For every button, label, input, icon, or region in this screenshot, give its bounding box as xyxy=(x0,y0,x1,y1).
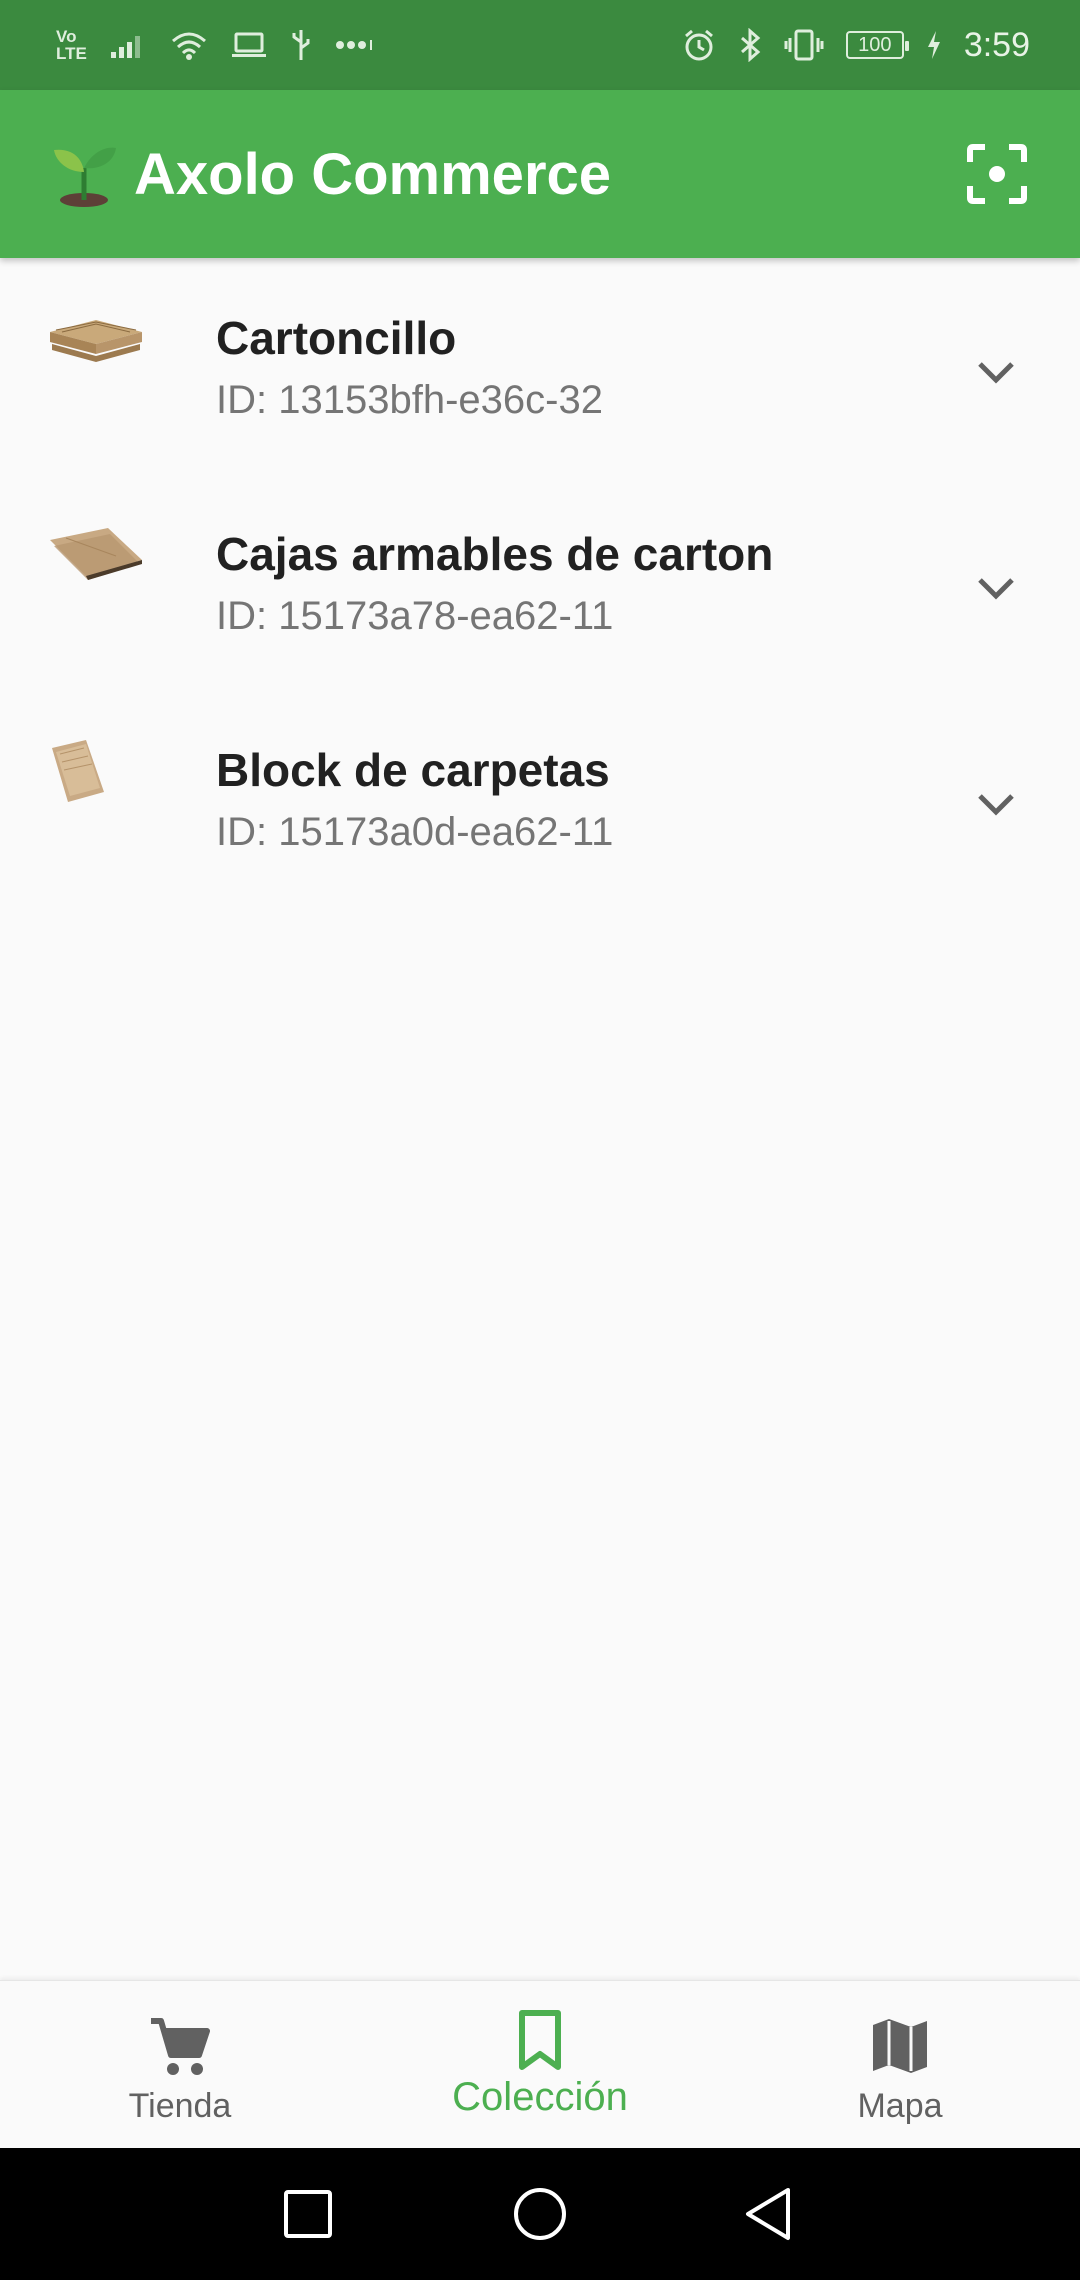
seedling-icon xyxy=(54,147,116,207)
item-title: Block de carpetas xyxy=(216,744,610,796)
system-navigation-bar xyxy=(0,2148,1080,2280)
scan-focus-icon xyxy=(967,144,1027,204)
item-texts: Cartoncillo ID: 13153bfh-e36c-32 xyxy=(216,310,603,428)
charging-icon xyxy=(927,31,940,59)
back-icon[interactable] xyxy=(738,2182,802,2246)
item-id: ID: 15173a78-ea62-11 xyxy=(216,594,614,638)
wifi-icon xyxy=(171,32,206,60)
app-screen: Vo LTE 100 3:59 Axolo Commerce Cartoncil… xyxy=(0,0,1080,2280)
status-time: 3:59 xyxy=(963,25,1030,64)
bluetooth-icon xyxy=(740,28,761,62)
recent-apps-icon[interactable] xyxy=(276,2182,340,2246)
chevron-down-icon[interactable] xyxy=(972,348,1020,396)
status-right: 100 3:59 xyxy=(682,26,1030,65)
folder-block-thumbnail xyxy=(52,740,104,802)
item-texts: Block de carpetas ID: 15173a0d-ea62-11 xyxy=(216,742,613,860)
status-bar: Vo LTE 100 3:59 xyxy=(0,0,1080,90)
chevron-down-icon[interactable] xyxy=(972,780,1020,828)
volte-indicator: Vo LTE xyxy=(56,28,87,62)
scan-button[interactable] xyxy=(956,133,1038,215)
laptop-icon xyxy=(231,32,266,57)
list-item[interactable]: Cartoncillo ID: 13153bfh-e36c-32 xyxy=(0,258,1080,474)
more-notifications-icon xyxy=(335,40,372,50)
nav-label: Tienda xyxy=(128,2087,232,2125)
vibrate-icon xyxy=(784,29,824,61)
flat-boxes-thumbnail xyxy=(50,528,142,580)
cardboard-stack-thumbnail xyxy=(50,320,142,362)
app-bar: Axolo Commerce xyxy=(0,90,1080,258)
app-title: Axolo Commerce xyxy=(134,141,612,207)
item-id: ID: 15173a0d-ea62-11 xyxy=(216,810,614,854)
list-item[interactable]: Block de carpetas ID: 15173a0d-ea62-11 xyxy=(0,690,1080,906)
chevron-down-icon[interactable] xyxy=(972,564,1020,612)
list-item[interactable]: Cajas armables de carton ID: 15173a78-ea… xyxy=(0,474,1080,690)
battery-indicator: 100 xyxy=(845,31,909,59)
nav-label: Mapa xyxy=(857,2087,943,2125)
usb-icon xyxy=(292,30,310,60)
item-title: Cartoncillo xyxy=(216,312,457,364)
nav-tienda[interactable]: Tienda xyxy=(0,1981,360,2149)
item-title: Cajas armables de carton xyxy=(216,528,774,580)
signal-icon xyxy=(110,36,140,58)
nav-label: Colección xyxy=(452,2075,628,2119)
cart-icon xyxy=(151,2018,210,2075)
collection-list: Cartoncillo ID: 13153bfh-e36c-32 Cajas a… xyxy=(0,258,1080,906)
home-icon[interactable] xyxy=(508,2182,572,2246)
nav-coleccion[interactable]: Colección xyxy=(360,1981,720,2149)
alarm-icon xyxy=(684,29,713,61)
nav-mapa[interactable]: Mapa xyxy=(720,1981,1080,2149)
status-left: Vo LTE xyxy=(56,28,375,62)
item-texts: Cajas armables de carton ID: 15173a78-ea… xyxy=(216,526,773,644)
volte-top: Vo xyxy=(56,27,77,46)
volte-bottom: LTE xyxy=(56,44,87,63)
map-icon xyxy=(873,2019,927,2073)
bottom-navigation: Tienda Colección Mapa xyxy=(0,1980,1080,2148)
item-id: ID: 13153bfh-e36c-32 xyxy=(216,378,603,422)
bookmark-icon xyxy=(519,2010,561,2070)
